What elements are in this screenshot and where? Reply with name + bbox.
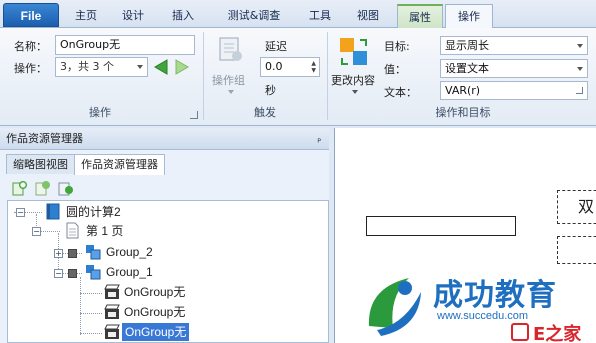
tree-line	[80, 313, 102, 314]
delay-value: 0.0	[265, 60, 283, 73]
tree-line	[80, 277, 81, 335]
watermark-text: E之家	[533, 324, 582, 343]
add-group-icon[interactable]	[58, 180, 74, 196]
tree-node-root[interactable]: 圆的计算2	[66, 203, 121, 221]
expand-icon[interactable]: +	[54, 249, 63, 258]
watermark: E之家	[511, 320, 596, 343]
action-clapper-icon	[104, 284, 120, 299]
page-icon	[66, 222, 79, 239]
action-label: 操作：	[14, 62, 47, 75]
tree-node-group2[interactable]: Group_2	[106, 243, 153, 261]
group-icon	[86, 245, 101, 260]
action-index-field[interactable]: 3，共 3 个	[55, 57, 148, 77]
value-value: 设置文本	[445, 62, 489, 75]
group-label-action-target: 操作和目标	[435, 106, 491, 119]
canvas-text-box[interactable]: 双	[557, 190, 596, 224]
change-content-icon	[340, 38, 367, 65]
chevron-down-icon	[352, 90, 358, 94]
tab-insert[interactable]: 插入	[162, 4, 204, 28]
name-label: 名称：	[14, 40, 47, 53]
dialog-launcher-icon[interactable]	[190, 111, 198, 119]
chevron-down-icon	[228, 90, 234, 94]
canvas-text: 双	[578, 197, 595, 216]
canvas-frame[interactable]	[557, 236, 596, 264]
tree-node-item[interactable]: OnGroup无	[124, 303, 185, 321]
panel-title: 作品资源管理器 ᴾ	[0, 128, 329, 150]
group-label-actions: 操作	[89, 106, 111, 119]
tab-design[interactable]: 设计	[112, 4, 154, 28]
group-label-trigger: 触发	[254, 106, 276, 119]
tab-view[interactable]: 视图	[348, 4, 388, 28]
group-toggle-icon[interactable]	[68, 269, 77, 278]
action-clapper-icon	[104, 324, 120, 339]
tree-node-item-selected[interactable]: OnGroup无	[122, 323, 190, 341]
chevron-down-icon	[577, 67, 583, 71]
canvas-input-box[interactable]	[366, 216, 516, 236]
pin-icon[interactable]: ᴾ	[317, 133, 321, 155]
change-content-button[interactable]: 更改内容	[331, 32, 379, 102]
group-icon	[86, 265, 101, 280]
tab-properties[interactable]: 属性	[397, 4, 443, 28]
tree-node-item[interactable]: OnGroup无	[124, 283, 185, 301]
add-item-icon[interactable]	[35, 180, 51, 196]
spin-down-icon[interactable]: ▼	[311, 68, 316, 74]
previous-action-icon[interactable]	[152, 58, 170, 76]
group-toggle-icon[interactable]	[68, 249, 77, 258]
group-divider	[327, 32, 328, 120]
next-action-icon[interactable]	[173, 58, 191, 76]
tree-line	[80, 293, 102, 294]
tab-project-explorer[interactable]: 作品资源管理器	[74, 154, 165, 175]
text-field[interactable]: VAR(r)	[440, 81, 588, 100]
explorer-panel: 作品资源管理器 ᴾ 缩略图视图 作品资源管理器 − 圆的计算2 − 第 1 页 …	[0, 128, 329, 343]
chevron-down-icon[interactable]	[137, 65, 143, 69]
text-value: VAR(r)	[445, 84, 481, 97]
value-label: 值：	[384, 63, 406, 76]
action-group-button[interactable]: 操作组	[210, 32, 252, 102]
tab-test-survey[interactable]: 测试&调查	[214, 4, 294, 28]
logo-emblem	[368, 278, 421, 336]
ribbon-body: 名称： OnGroup无 操作： 3，共 3 个 操作 操作组 延迟 0.0 ▲…	[0, 28, 596, 126]
target-value: 显示周长	[445, 39, 489, 52]
explorer-tree: − 圆的计算2 − 第 1 页 + Group_2 − Group_1 OnGr…	[7, 200, 329, 343]
panel-title-text: 作品资源管理器	[6, 132, 83, 145]
group-divider	[203, 32, 204, 120]
ribbon-tab-bar: File 主页 设计 插入 测试&调查 工具 视图 属性 操作	[0, 0, 596, 29]
seconds-label: 秒	[265, 84, 276, 97]
chevron-down-icon	[577, 44, 583, 48]
expand-icon[interactable]	[576, 87, 583, 94]
delay-spinner[interactable]: 0.0 ▲ ▼	[260, 57, 320, 77]
action-index-value: 3，共 3 个	[60, 60, 114, 73]
target-label: 目标:	[384, 40, 410, 53]
book-icon	[46, 203, 60, 220]
tab-home[interactable]: 主页	[66, 4, 106, 28]
collapse-icon[interactable]: −	[32, 227, 41, 236]
target-dropdown[interactable]: 显示周长	[440, 36, 588, 55]
collapse-icon[interactable]: −	[54, 269, 63, 278]
tree-node-group1[interactable]: Group_1	[106, 263, 153, 281]
change-content-label: 更改内容	[331, 74, 375, 87]
action-group-icon	[219, 37, 242, 61]
tree-line	[80, 333, 102, 334]
logo-text: 成功教育	[433, 278, 557, 313]
action-group-label: 操作组	[212, 74, 245, 87]
name-field[interactable]: OnGroup无	[55, 35, 195, 55]
tab-actions[interactable]: 操作	[445, 4, 493, 29]
file-tab[interactable]: File	[3, 3, 59, 27]
delay-label: 延迟	[265, 40, 287, 53]
add-page-icon[interactable]	[12, 180, 28, 196]
design-canvas[interactable]: 双 成功教育 www.succedu.com E之家	[334, 128, 596, 343]
tree-node-page[interactable]: 第 1 页	[86, 222, 123, 240]
text-label: 文本：	[384, 86, 417, 99]
collapse-icon[interactable]: −	[16, 208, 25, 217]
action-clapper-icon	[104, 304, 120, 319]
value-dropdown[interactable]: 设置文本	[440, 59, 588, 78]
tab-thumbnail-view[interactable]: 缩略图视图	[6, 154, 75, 174]
watermark-icon	[511, 323, 529, 341]
tab-tools[interactable]: 工具	[300, 4, 340, 28]
